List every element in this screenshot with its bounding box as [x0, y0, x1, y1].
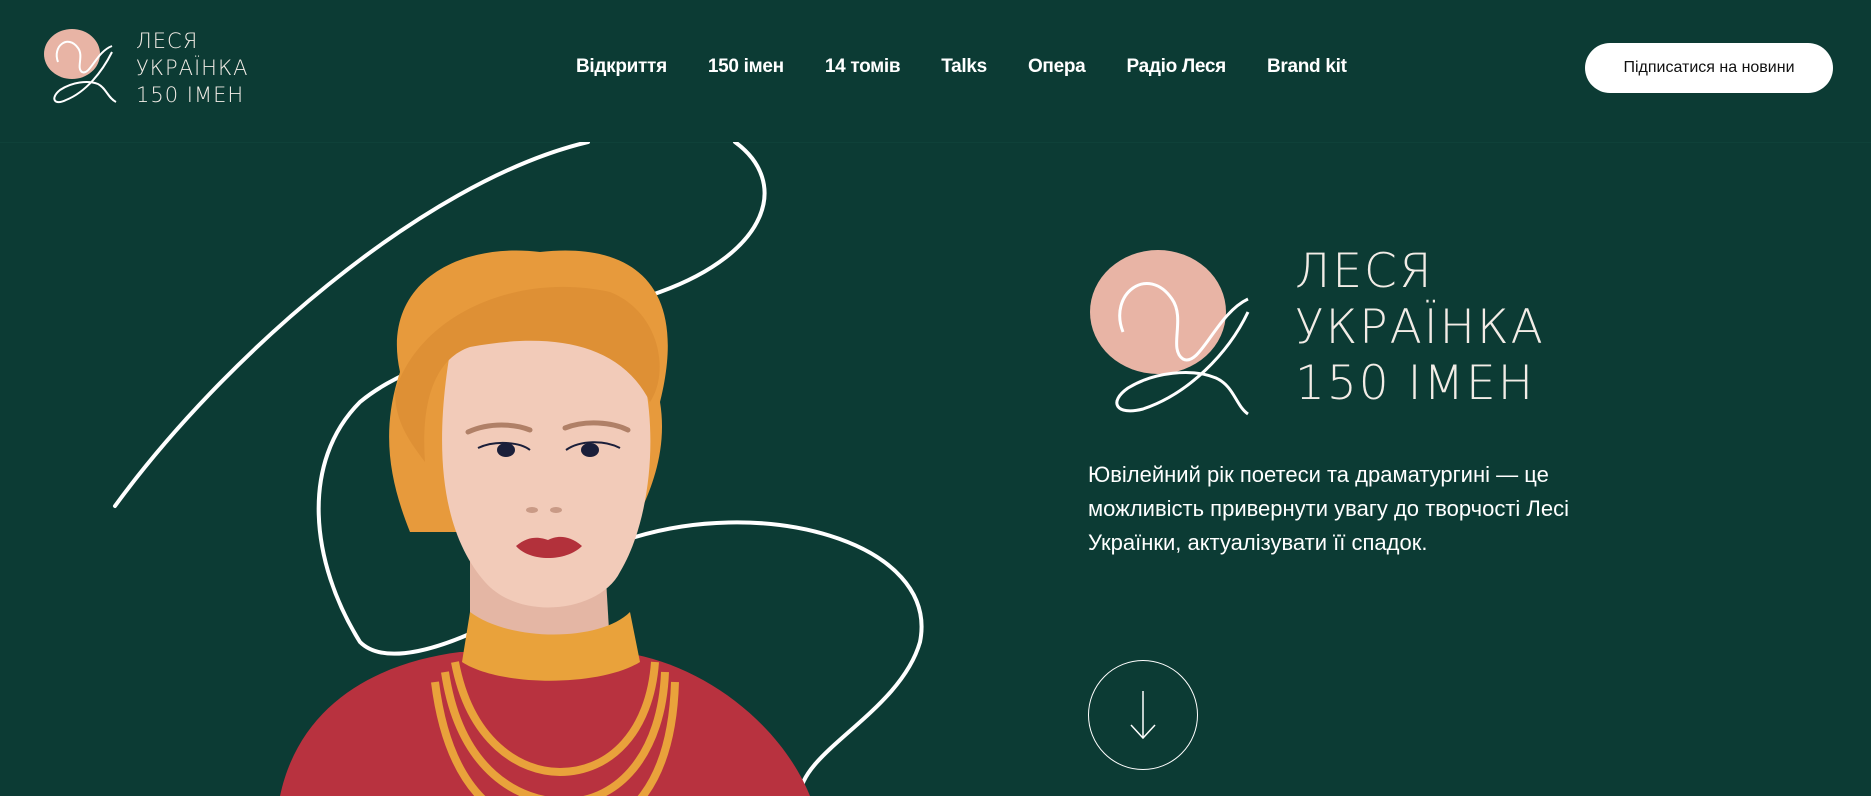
logo-line-2: УКРАЇНКА: [136, 56, 249, 80]
hero-intro-text: Ювілейний рік поетеси та драматургині — …: [1088, 462, 1569, 555]
scroll-down-button[interactable]: [1088, 660, 1198, 770]
hero-title-line-3: 150 ІМЕН: [1295, 356, 1536, 411]
lu-monogram-large-icon: [1090, 250, 1250, 416]
hero-title-line-1: ЛЕСЯ: [1295, 244, 1434, 299]
arrow-down-icon: [1130, 691, 1156, 740]
logo-line-1: ЛЕСЯ: [136, 29, 199, 53]
hero-illustration: [0, 142, 960, 796]
main-nav: Відкриття 150 імен 14 томів Talks Опера …: [560, 56, 1347, 80]
site-header: ЛЕСЯ УКРАЇНКА 150 ІМЕН Відкриття 150 іме…: [0, 0, 1871, 143]
nostril-right: [550, 507, 562, 513]
nav-link-brand-kit[interactable]: Brand kit: [1267, 56, 1347, 80]
hero-title: ЛЕСЯ УКРАЇНКА 150 ІМЕН: [1295, 244, 1545, 412]
nav-link-talks[interactable]: Talks: [941, 56, 987, 80]
lesia-portrait-illustration: [113, 142, 924, 796]
eye-right: [581, 443, 599, 457]
site-logo[interactable]: ЛЕСЯ УКРАЇНКА 150 ІМЕН: [42, 22, 262, 112]
hero-logo: ЛЕСЯ УКРАЇНКА 150 ІМЕН: [1088, 244, 1558, 424]
nav-link-radio-lesia[interactable]: Радіо Леся: [1126, 56, 1226, 80]
logo-line-3: 150 ІМЕН: [136, 83, 245, 107]
logo-text: ЛЕСЯ УКРАЇНКА 150 ІМЕН: [136, 28, 248, 109]
nav-link-opera[interactable]: Опера: [1028, 56, 1086, 80]
nav-link-vidkryttia[interactable]: Відкриття: [576, 56, 667, 80]
eye-left: [497, 443, 515, 457]
subscribe-button[interactable]: Підписатися на новини: [1585, 43, 1833, 93]
nostril-left: [526, 507, 538, 513]
face: [442, 323, 651, 608]
nav-link-14-tomiv[interactable]: 14 томів: [825, 56, 901, 80]
nav-link-150-imen[interactable]: 150 імен: [708, 56, 784, 80]
lu-monogram-icon: [44, 29, 117, 104]
hero-title-line-2: УКРАЇНКА: [1295, 300, 1545, 355]
